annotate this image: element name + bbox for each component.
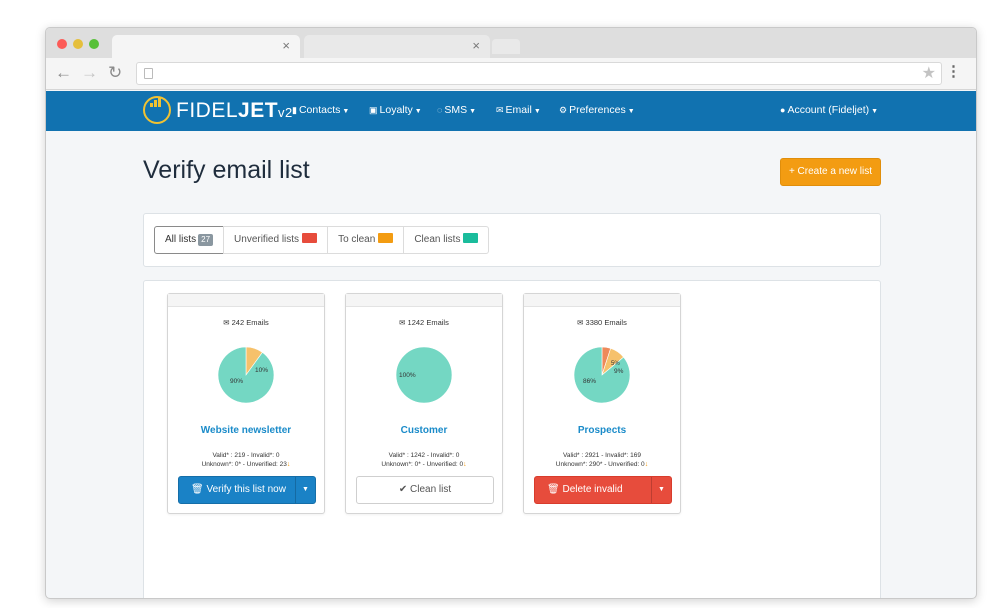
email-count: ✉ 242 Emails [223,318,269,327]
list-stats: Valid* : 2921 - Invalid*: 169 Unknown*: … [555,452,649,468]
email-count: ✉ 1242 Emails [399,318,449,327]
teal-swatch [463,233,479,243]
envelope-icon: ✉ [399,318,406,327]
page-icon [144,68,153,79]
nav-sms[interactable]: ◌ SMS ▼ [437,104,476,116]
lists-panel: ✉ 242 Emails 90% 10% Website newsletter … [143,280,881,598]
nav-account[interactable]: ● Account (Fideljet) ▼ [780,104,878,116]
list-card: ✉ 1242 Emails 100% Customer Valid* : 124… [345,293,503,514]
status-pie-chart: 90% 10% [217,346,275,404]
down-arrow-icon: ↓ [463,461,467,468]
minimize-window-icon[interactable] [73,39,83,49]
pie-label-valid: 90% [230,378,243,385]
list-name-link[interactable]: Prospects [524,425,680,436]
pie-label-unverified: 9% [614,368,624,375]
envelope-icon: ✉ [577,318,584,327]
trash-icon: 🗑 [191,484,204,495]
list-card: ✉ 3380 Emails 86% 9% 5% Prospects Valid*… [523,293,681,514]
reload-icon[interactable]: ↻ [108,63,122,83]
bookmark-star-icon[interactable]: ★ [922,63,936,83]
tab-close-icon[interactable]: × [472,38,480,53]
status-pie-chart: 100% [395,346,453,404]
caret-down-icon: ▼ [469,108,477,115]
pie-label-valid: 86% [583,378,596,385]
delete-invalid-button-main[interactable]: 🗑 Delete invalid [535,477,623,503]
maximize-window-icon[interactable] [89,39,99,49]
gears-icon: ⚙ [559,105,568,115]
address-bar[interactable] [136,62,942,85]
caret-down-icon: ▼ [871,108,879,115]
filter-panel: All lists 27 Unverified lists To clean Cl… [143,213,881,267]
browser-toolbar: ← → ↻ ★ ⋮ [46,58,976,90]
list-card: ✉ 242 Emails 90% 10% Website newsletter … [167,293,325,514]
filter-unverified-lists[interactable]: Unverified lists [223,226,329,254]
nav-loyalty[interactable]: ▣ Loyalty ▼ [369,104,422,116]
browser-menu-icon[interactable]: ⋮ [946,63,961,81]
chat-icon: ◌ [437,105,443,115]
list-name-link[interactable]: Website newsletter [168,425,324,436]
count-badge: 27 [198,234,214,246]
tab-close-icon[interactable]: × [282,38,290,53]
browser-window: × × ← → ↻ ★ ⋮ FIDELJETv2 ▮ Contacts ▼ ▣ Loy… [45,27,977,599]
check-icon: ✔ [398,484,408,495]
caret-down-icon: ▼ [414,108,422,115]
verify-list-button[interactable]: 🗑 Verify this list now ▼ [178,476,316,504]
gift-icon: ▣ [369,105,378,115]
new-tab-button[interactable] [492,39,520,54]
dropdown-caret-icon[interactable]: ▼ [651,477,671,503]
down-arrow-icon: ↓ [286,461,291,468]
trash-icon: 🗑 [547,484,560,495]
dropdown-caret-icon[interactable]: ▼ [295,477,315,503]
nav-preferences[interactable]: ⚙ Preferences ▼ [559,104,635,116]
delete-invalid-button[interactable]: 🗑 Delete invalid ▼ [534,476,672,504]
orange-swatch [378,233,394,243]
envelope-icon: ✉ [223,318,230,327]
pie-slice-valid [217,346,275,404]
envelope-icon: ✉ [496,105,504,115]
status-pie-chart: 86% 9% 5% [573,346,631,404]
pie-label-unverified: 10% [255,367,268,374]
list-stats: Valid* : 1242 - Invalid*: 0 Unknown*: 0*… [381,452,467,468]
card-header [168,294,324,307]
nav-contacts[interactable]: ▮ Contacts ▼ [292,104,349,116]
back-arrow-icon[interactable]: ← [55,63,72,83]
filter-clean-lists[interactable]: Clean lists [403,226,490,254]
nav-email[interactable]: ✉ Email ▼ [496,104,541,116]
book-icon: ▮ [292,105,297,115]
browser-tab-active[interactable]: × [112,35,300,58]
create-new-list-button[interactable]: + Create a new list [780,158,881,186]
filter-to-clean[interactable]: To clean [327,226,405,254]
card-header [524,294,680,307]
pie-label-valid: 100% [399,372,416,379]
caret-down-icon: ▼ [533,108,541,115]
browser-tab-inactive[interactable]: × [304,35,490,58]
logo-circle-icon [143,96,171,124]
red-swatch [302,233,318,243]
list-stats: Valid* : 219 - Invalid*: 0 Unknown*: 0* … [201,452,291,468]
down-arrow-icon: ↓ [644,461,649,468]
clean-list-button[interactable]: ✔ Clean list [356,476,494,504]
pie-label-invalid: 5% [611,361,620,367]
filter-button-group: All lists 27 Unverified lists To clean Cl… [154,226,490,254]
list-name-link[interactable]: Customer [346,425,502,436]
caret-down-icon: ▼ [627,108,635,115]
forward-arrow-icon[interactable]: → [81,63,98,83]
user-icon: ● [780,105,786,115]
browser-tab-bar: × × [46,28,976,58]
logo-text: FIDELJETv2 [176,99,293,122]
email-count: ✉ 3380 Emails [577,318,627,327]
app-navbar: FIDELJETv2 ▮ Contacts ▼ ▣ Loyalty ▼ ◌ SMS ▼ ✉ E… [46,91,976,131]
verify-list-button-main[interactable]: 🗑 Verify this list now [179,477,286,503]
card-header [346,294,502,307]
page-title: Verify email list [143,156,310,184]
caret-down-icon: ▼ [342,108,350,115]
filter-all-lists[interactable]: All lists 27 [154,226,225,254]
close-window-icon[interactable] [57,39,67,49]
